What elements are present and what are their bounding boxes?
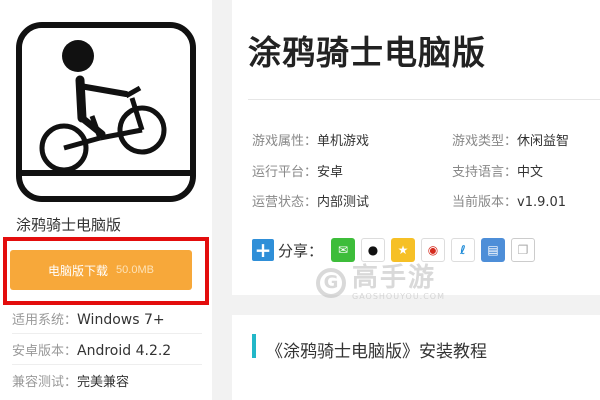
pc-download-button[interactable]: 电脑版下载 50.0MB — [10, 250, 192, 290]
share-bar: + 分享： ✉ ● ★ ◉ ℓ ▤ ❐ — [252, 238, 541, 262]
attr-key: 运行平台： — [252, 165, 318, 180]
info-value: Android 4.2.2 — [77, 343, 172, 359]
info-compat: 兼容测试：完美兼容 — [12, 371, 129, 390]
attr-key: 当前版本： — [452, 195, 518, 210]
divider — [12, 333, 202, 334]
attr-status: 运营状态：内部测试 — [252, 191, 369, 210]
attr-value: 安卓 — [317, 165, 344, 180]
copy-icon[interactable]: ❐ — [511, 238, 536, 262]
attr-value: v1.9.01 — [517, 195, 567, 210]
download-label: 电脑版下载 — [48, 263, 109, 278]
info-system: 适用系统：Windows 7+ — [12, 309, 165, 328]
stick-figure-bike-icon — [16, 22, 196, 202]
qq-icon[interactable]: ● — [361, 238, 386, 262]
attr-game-type: 游戏类型：休闲益智 — [452, 130, 569, 149]
attr-value: 内部测试 — [317, 195, 370, 210]
attr-key: 游戏类型： — [452, 134, 518, 149]
info-value: Windows 7+ — [77, 312, 165, 328]
app-title: 涂鸦骑士电脑版 — [16, 216, 122, 234]
attr-value: 单机游戏 — [317, 134, 370, 149]
info-key: 安卓版本： — [12, 344, 78, 359]
download-size: 50.0MB — [116, 264, 154, 276]
page-title: 涂鸦骑士电脑版 — [248, 33, 486, 72]
qzone-icon[interactable]: ★ — [391, 238, 416, 262]
print-icon[interactable]: ▤ — [481, 238, 506, 262]
share-plus-icon[interactable]: + — [252, 239, 274, 261]
watermark: G 高手游 GAOSHOUYOU.COM — [316, 264, 445, 301]
attr-version: 当前版本：v1.9.01 — [452, 191, 566, 210]
watermark-logo-icon: G — [316, 267, 346, 298]
wechat-icon[interactable]: ✉ — [331, 238, 356, 262]
attr-language: 支持语言：中文 — [452, 161, 543, 180]
attr-key: 游戏属性： — [252, 134, 318, 149]
attr-value: 休闲益智 — [517, 134, 570, 149]
watermark-main: 高手游 — [352, 263, 437, 293]
watermark-sub: GAOSHOUYOU.COM — [352, 292, 446, 301]
attr-game-property: 游戏属性：单机游戏 — [252, 130, 369, 149]
attr-platform: 运行平台：安卓 — [252, 161, 343, 180]
attr-value: 中文 — [517, 165, 544, 180]
divider — [248, 99, 600, 100]
divider — [12, 364, 202, 365]
tutorial-heading: 《涂鸦骑士电脑版》安装教程 — [266, 342, 487, 362]
info-value: 完美兼容 — [77, 375, 130, 390]
tencent-weibo-icon[interactable]: ℓ — [451, 238, 476, 262]
weibo-icon[interactable]: ◉ — [421, 238, 446, 262]
section-accent-bar — [252, 334, 256, 358]
attr-key: 运营状态： — [252, 195, 318, 210]
share-label: 分享： — [278, 241, 324, 260]
info-android: 安卓版本：Android 4.2.2 — [12, 340, 171, 359]
attr-key: 支持语言： — [452, 165, 518, 180]
info-key: 适用系统： — [12, 313, 78, 328]
info-key: 兼容测试： — [12, 375, 78, 390]
